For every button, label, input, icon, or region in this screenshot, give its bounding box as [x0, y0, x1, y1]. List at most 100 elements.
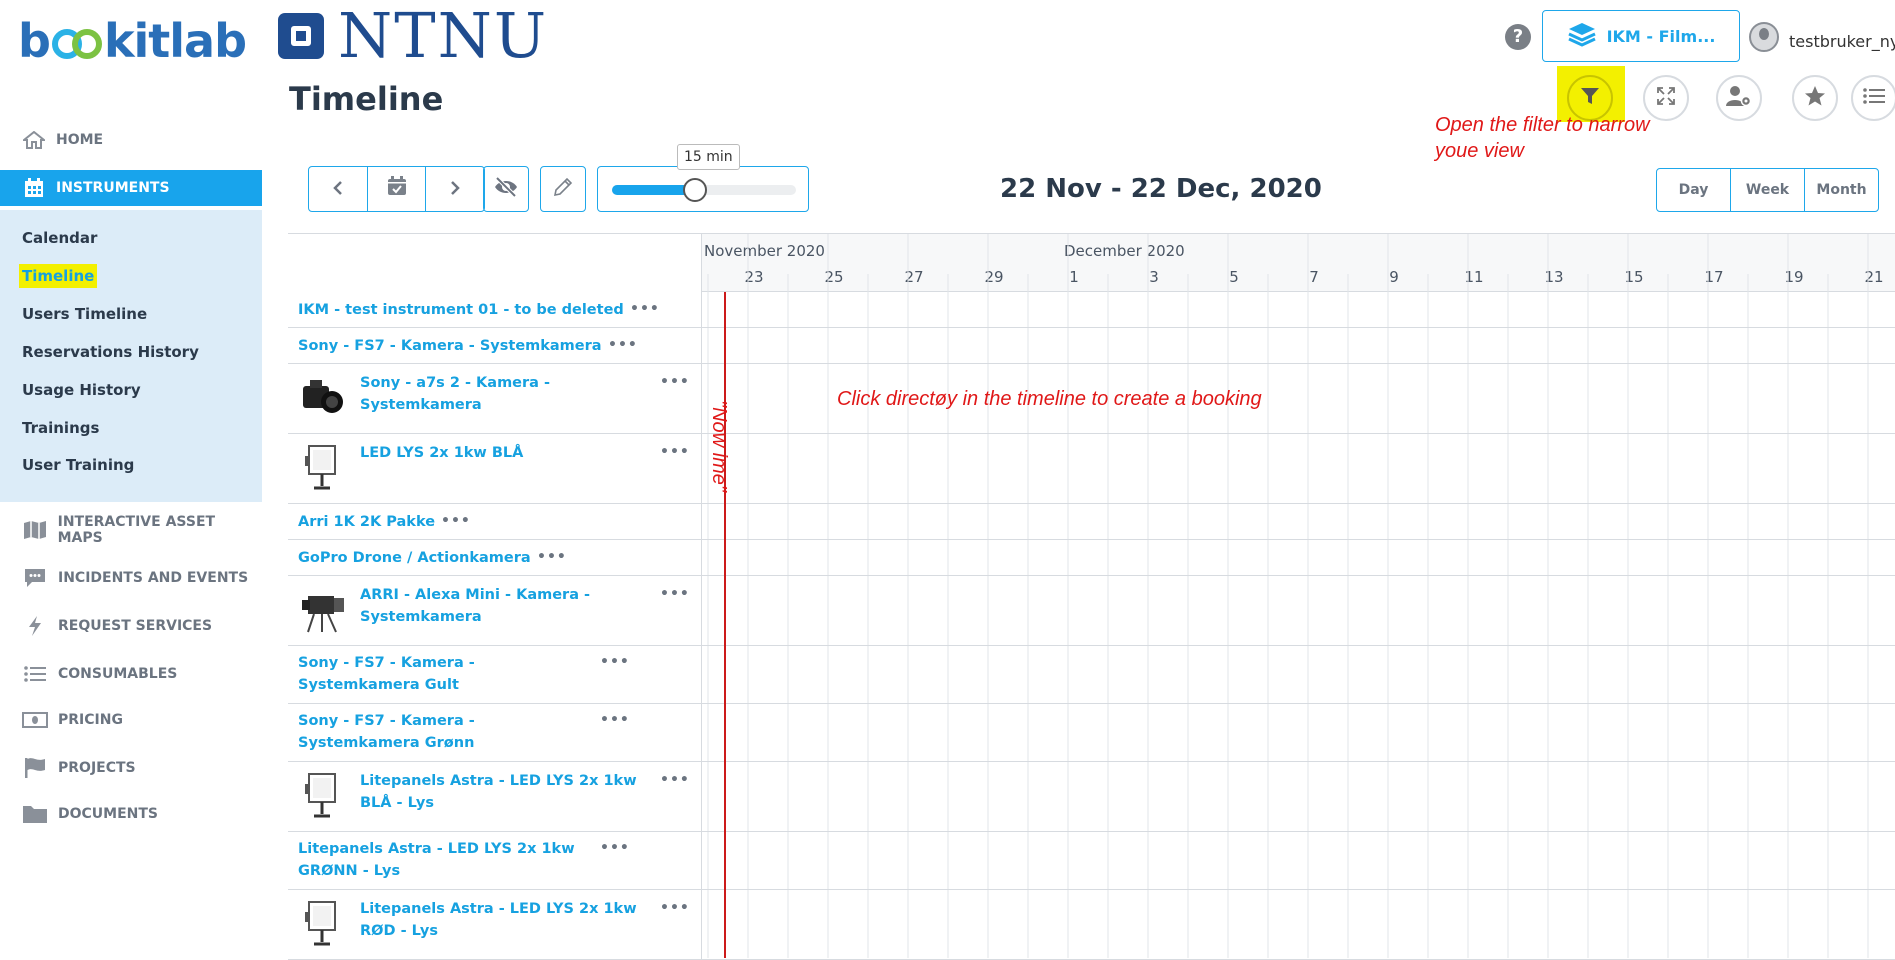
map-icon: [22, 519, 48, 541]
calendar-icon: [22, 178, 46, 198]
subnav-usage-history[interactable]: Usage History: [22, 378, 141, 402]
list-icon: [22, 663, 48, 685]
view-month-button[interactable]: Month: [1805, 169, 1878, 211]
home-icon: [22, 130, 46, 150]
row-menu-button[interactable]: •••: [608, 337, 638, 353]
timeline-row[interactable]: Sony - FS7 - Kamera - Systemkamera •••: [288, 328, 1895, 364]
row-menu-button[interactable]: •••: [441, 513, 471, 529]
instrument-name-link[interactable]: Arri 1K 2K Pakke: [298, 511, 435, 533]
today-button[interactable]: [368, 167, 427, 211]
edit-button[interactable]: [540, 166, 586, 212]
instrument-name-link[interactable]: Sony - a7s 2 - Kamera - Systemkamera: [360, 372, 650, 416]
timeline-row[interactable]: Litepanels Astra - LED LYS 2x 1kw GRØNN …: [288, 832, 1895, 890]
subnav-timeline[interactable]: Timeline: [19, 264, 98, 288]
user-avatar[interactable]: [1749, 22, 1779, 52]
timeline-header: November 2020 December 2020 23 25 27 29 1 3 5 7…: [288, 234, 1895, 292]
row-menu-button[interactable]: •••: [660, 586, 690, 602]
instrument-name-link[interactable]: Litepanels Astra - LED LYS 2x 1kw GRØNN …: [298, 838, 588, 882]
row-menu-button[interactable]: •••: [537, 549, 567, 565]
timeline-row[interactable]: IKM - test instrument 01 - to be deleted…: [288, 292, 1895, 328]
list-view-button[interactable]: [1851, 75, 1895, 121]
timeline-row[interactable]: Arri 1K 2K Pakke •••: [288, 504, 1895, 540]
nav-incidents-and-events[interactable]: INCIDENTS AND EVENTS: [0, 560, 262, 596]
user-name[interactable]: testbruker_ny: [1789, 32, 1895, 51]
nav-label: PROJECTS: [58, 760, 136, 776]
row-menu-button[interactable]: •••: [660, 772, 690, 788]
row-menu-button[interactable]: •••: [660, 900, 690, 916]
instrument-name-link[interactable]: Litepanels Astra - LED LYS 2x 1kw BLÅ - …: [360, 770, 650, 814]
day-label: 21: [1864, 268, 1884, 286]
ntnu-logo: NTNU: [278, 0, 549, 72]
day-label: 25: [824, 268, 844, 286]
row-menu-button[interactable]: •••: [600, 840, 630, 856]
timeline-row[interactable]: GoPro Drone / Actionkamera •••: [288, 540, 1895, 576]
bookitlab-logo[interactable]: b kitlab: [18, 14, 247, 74]
zoom-slider[interactable]: [597, 166, 809, 212]
nav-label: REQUEST SERVICES: [58, 618, 213, 634]
nav-home-label: HOME: [56, 132, 104, 148]
zoom-slider-handle[interactable]: [682, 178, 707, 202]
prev-button[interactable]: [309, 167, 368, 211]
nav-request-services[interactable]: REQUEST SERVICES: [0, 608, 262, 644]
facility-selector-button[interactable]: IKM - Film...: [1542, 10, 1740, 62]
instrument-thumbnail: [300, 898, 346, 948]
instrument-name-link[interactable]: Sony - FS7 - Kamera - Systemkamera: [298, 335, 602, 357]
question-circle-icon[interactable]: ?: [1505, 24, 1531, 50]
instrument-thumbnail: [300, 442, 346, 492]
day-label: 1: [1069, 268, 1079, 286]
nav-label: PRICING: [58, 712, 123, 728]
instrument-thumbnail: [300, 372, 346, 422]
row-menu-button[interactable]: •••: [660, 444, 690, 460]
timeline-row-label: ARRI - Alexa Mini - Kamera - Systemkamer…: [288, 576, 702, 645]
nav-label: INCIDENTS AND EVENTS: [58, 570, 249, 586]
date-nav-group: [308, 166, 485, 212]
lightning-icon: [22, 615, 48, 637]
row-menu-button[interactable]: •••: [600, 654, 630, 670]
subnav-trainings[interactable]: Trainings: [22, 416, 99, 440]
timeline-row[interactable]: Litepanels Astra - LED LYS 2x 1kw BLÅ - …: [288, 762, 1895, 832]
timeline-row-label: Sony - FS7 - Kamera - Systemkamera •••: [288, 328, 702, 363]
date-range-title: 22 Nov - 22 Dec, 2020: [1000, 174, 1322, 204]
instrument-name-link[interactable]: GoPro Drone / Actionkamera: [298, 547, 531, 569]
instrument-name-link[interactable]: Sony - FS7 - Kamera - Systemkamera Gult: [298, 652, 588, 696]
timeline-row[interactable]: ARRI - Alexa Mini - Kamera - Systemkamer…: [288, 576, 1895, 646]
chevron-left-icon: [332, 177, 344, 202]
timeline-row[interactable]: Sony - FS7 - Kamera - Systemkamera Grønn…: [288, 704, 1895, 762]
nav-interactive-asset-maps[interactable]: INTERACTIVE ASSET MAPS: [0, 512, 262, 548]
nav-consumables[interactable]: CONSUMABLES: [0, 656, 262, 692]
subnav-users-timeline[interactable]: Users Timeline: [22, 302, 147, 326]
favorites-button[interactable]: [1792, 75, 1838, 121]
next-button[interactable]: [426, 167, 484, 211]
month-label-december: December 2020: [1064, 242, 1185, 260]
sidebar: b kitlab HOME INSTRUMENTS Calendar Timeli…: [0, 0, 262, 957]
timeline-row[interactable]: Litepanels Astra - LED LYS 2x 1kw RØD - …: [288, 890, 1895, 960]
nav-home[interactable]: HOME: [0, 120, 262, 160]
row-menu-button[interactable]: •••: [660, 374, 690, 390]
calendar-check-icon: [387, 176, 407, 202]
user-gear-icon: [1726, 85, 1752, 111]
ntnu-logo-text: NTNU: [338, 0, 549, 72]
timeline-row-label: Sony - a7s 2 - Kamera - Systemkamera •••: [288, 364, 702, 433]
row-menu-button[interactable]: •••: [600, 712, 630, 728]
instrument-name-link[interactable]: Sony - FS7 - Kamera - Systemkamera Grønn: [298, 710, 588, 754]
subnav-calendar[interactable]: Calendar: [22, 226, 97, 250]
instrument-name-link[interactable]: LED LYS 2x 1kw BLÅ: [360, 442, 650, 464]
timeline-grid[interactable]: November 2020 December 2020 23 25 27 29 1 3 5 7…: [288, 233, 1895, 960]
subnav-user-training[interactable]: User Training: [22, 453, 134, 477]
view-week-button[interactable]: Week: [1731, 169, 1805, 211]
view-day-button[interactable]: Day: [1657, 169, 1731, 211]
nav-instruments[interactable]: INSTRUMENTS: [0, 170, 262, 206]
hide-button[interactable]: [483, 166, 529, 212]
user-settings-button[interactable]: [1716, 75, 1762, 121]
row-menu-button[interactable]: •••: [630, 301, 660, 317]
timeline-header-spacer: [288, 234, 702, 292]
nav-projects[interactable]: PROJECTS: [0, 750, 262, 786]
instrument-name-link[interactable]: ARRI - Alexa Mini - Kamera - Systemkamer…: [360, 584, 650, 628]
nav-documents[interactable]: DOCUMENTS: [0, 796, 262, 832]
instrument-name-link[interactable]: IKM - test instrument 01 - to be deleted: [298, 299, 624, 321]
instrument-name-link[interactable]: Litepanels Astra - LED LYS 2x 1kw RØD - …: [360, 898, 650, 942]
timeline-row[interactable]: Sony - FS7 - Kamera - Systemkamera Gult •…: [288, 646, 1895, 704]
subnav-reservations-history[interactable]: Reservations History: [22, 340, 199, 364]
nav-pricing[interactable]: PRICING: [0, 702, 262, 738]
timeline-row[interactable]: LED LYS 2x 1kw BLÅ •••: [288, 434, 1895, 504]
